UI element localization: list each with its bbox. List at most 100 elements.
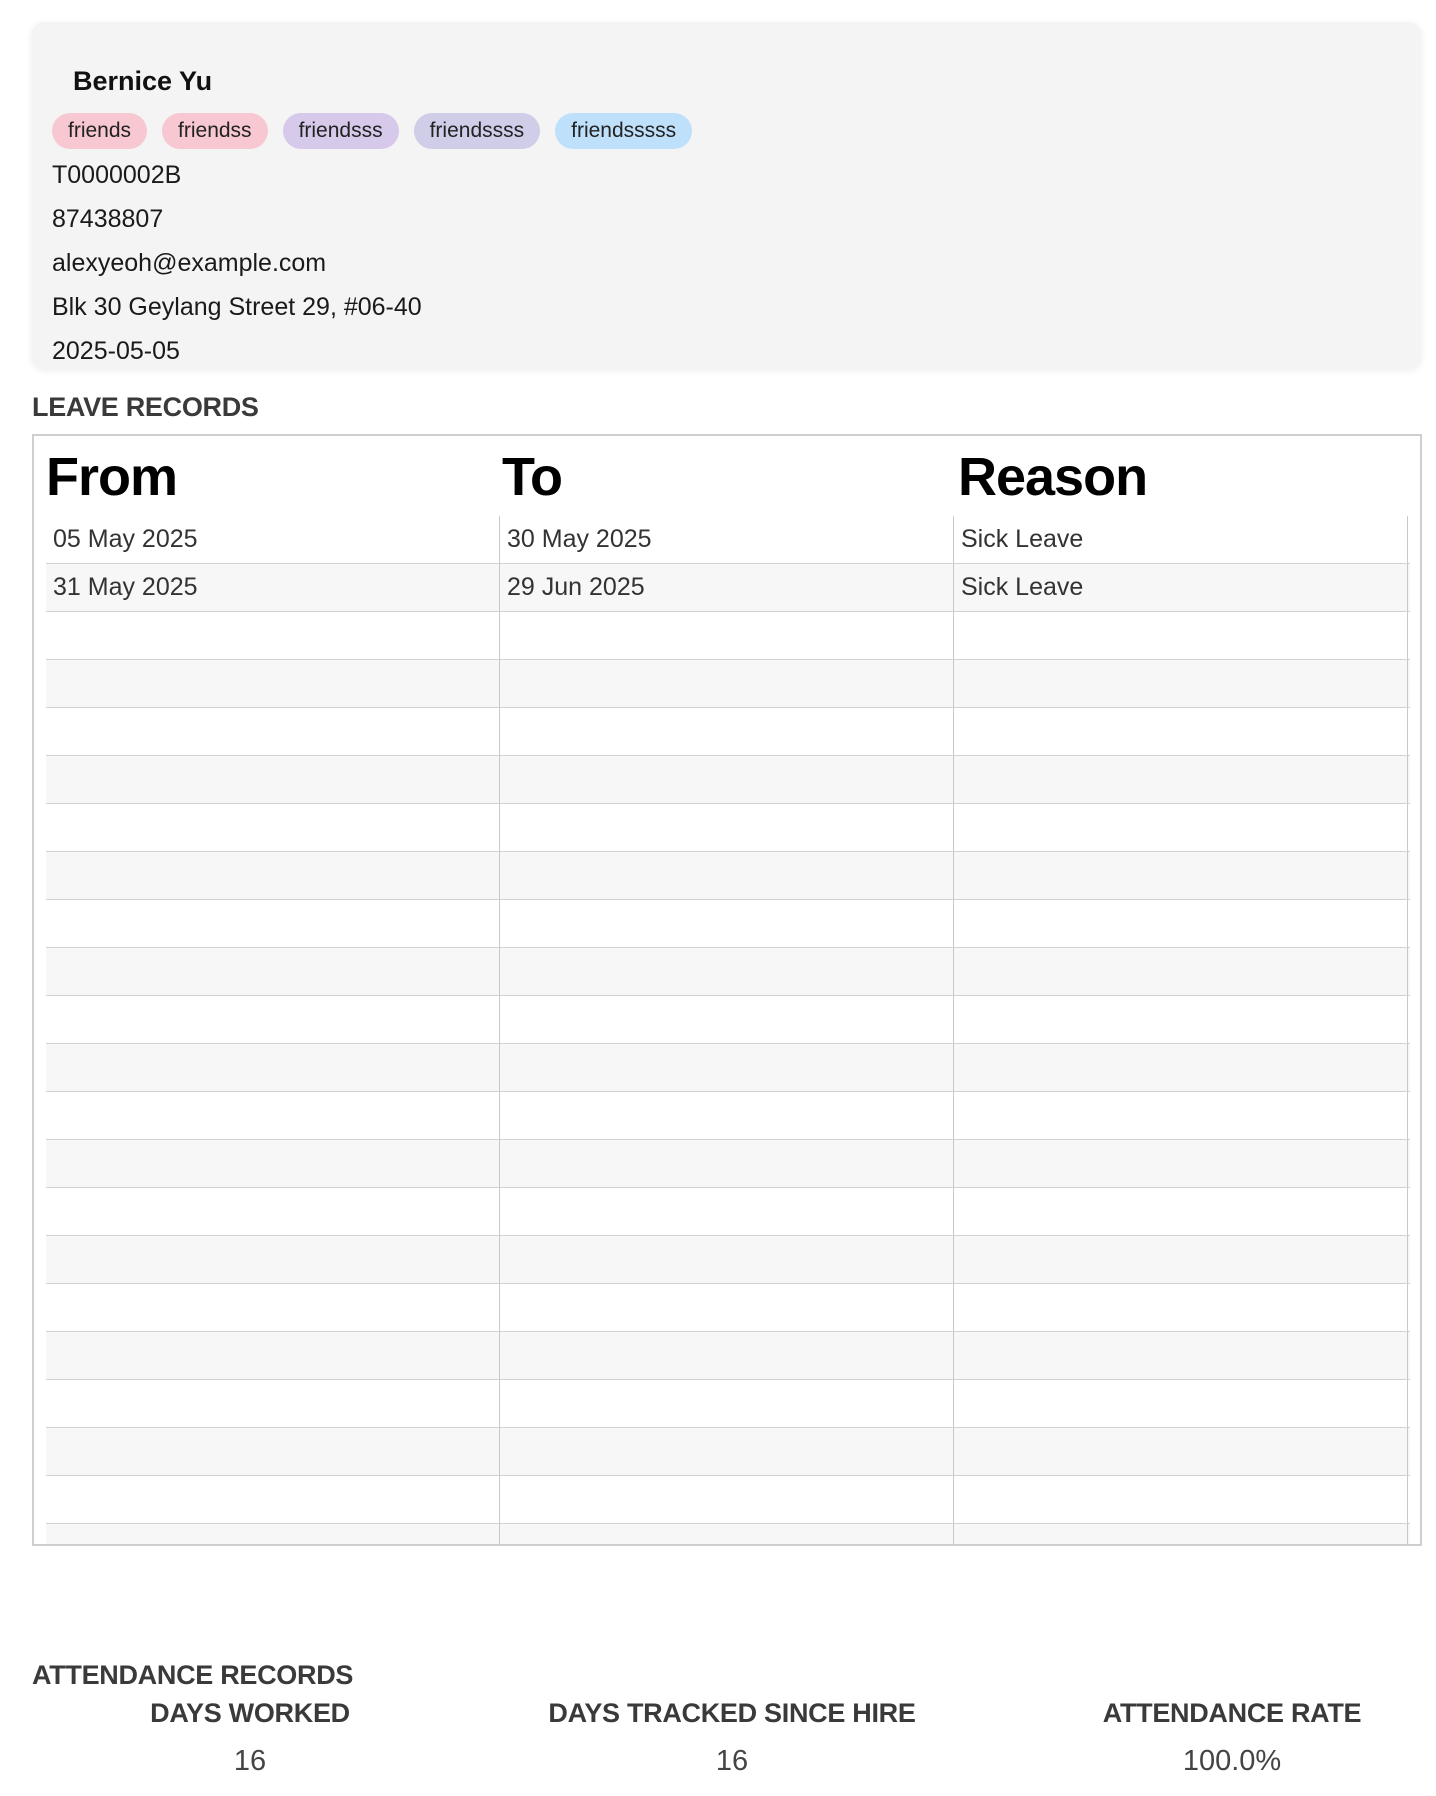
reason-cell: [954, 900, 1408, 947]
days-tracked-label: DAYS TRACKED SINCE HIRE: [548, 1698, 916, 1728]
table-row[interactable]: [46, 1092, 1410, 1140]
person-card: Bernice Yu friends friendss friendsss fr…: [32, 22, 1421, 368]
to-cell: [500, 612, 954, 659]
leave-table-body: 05 May 2025 30 May 2025 Sick Leave 31 May 2…: [46, 516, 1410, 1544]
table-row[interactable]: [46, 996, 1410, 1044]
to-cell: [500, 1332, 954, 1379]
reason-cell: [954, 708, 1408, 755]
table-row[interactable]: [46, 1236, 1410, 1284]
table-row[interactable]: [46, 1380, 1410, 1428]
reason-cell: [954, 1092, 1408, 1139]
from-cell: [46, 804, 500, 851]
table-row[interactable]: [46, 852, 1410, 900]
to-cell: [500, 1284, 954, 1331]
from-cell: [46, 612, 500, 659]
reason-cell: [954, 1284, 1408, 1331]
from-cell: 31 May 2025: [46, 564, 500, 611]
tag: friendssss: [413, 113, 541, 149]
attendance-rate-value: 100.0%: [1182, 1745, 1282, 1777]
leave-table-header: From To Reason: [46, 446, 1408, 514]
to-cell: 30 May 2025: [500, 516, 954, 563]
from-cell: [46, 1284, 500, 1331]
from-cell: [46, 1428, 500, 1475]
table-row[interactable]: [46, 612, 1410, 660]
reason-cell: [954, 948, 1408, 995]
attendance-rate-label: ATTENDANCE RATE: [1102, 1698, 1362, 1728]
to-cell: [500, 900, 954, 947]
table-row[interactable]: [46, 1332, 1410, 1380]
to-cell: [500, 996, 954, 1043]
table-row[interactable]: [46, 900, 1410, 948]
table-row[interactable]: [46, 948, 1410, 996]
reason-cell: [954, 804, 1408, 851]
reason-cell: [954, 1188, 1408, 1235]
table-row[interactable]: [46, 708, 1410, 756]
from-cell: [46, 1476, 500, 1523]
to-cell: [500, 1476, 954, 1523]
table-row[interactable]: [46, 756, 1410, 804]
to-cell: [500, 660, 954, 707]
table-row[interactable]: [46, 1188, 1410, 1236]
from-cell: [46, 660, 500, 707]
from-cell: [46, 708, 500, 755]
table-row[interactable]: [46, 1428, 1410, 1476]
from-cell: [46, 1524, 500, 1544]
from-cell: [46, 1332, 500, 1379]
table-row[interactable]: [46, 660, 1410, 708]
to-cell: [500, 804, 954, 851]
from-cell: [46, 1140, 500, 1187]
reason-cell: [954, 1380, 1408, 1427]
reason-cell: [954, 612, 1408, 659]
to-cell: [500, 1524, 954, 1544]
column-header-to[interactable]: To: [502, 446, 563, 508]
from-cell: [46, 1092, 500, 1139]
days-tracked-value: 16: [715, 1745, 749, 1777]
from-cell: [46, 1044, 500, 1091]
reason-cell: [954, 660, 1408, 707]
to-cell: 29 Jun 2025: [500, 564, 954, 611]
table-row[interactable]: [46, 1524, 1410, 1544]
days-worked-stat: DAYS WORKED 16: [100, 1698, 400, 1778]
table-row[interactable]: [46, 1044, 1410, 1092]
column-header-from[interactable]: From: [46, 446, 178, 508]
leave-records-title: LEAVE RECORDS: [32, 392, 259, 422]
to-cell: [500, 948, 954, 995]
reason-cell: Sick Leave: [954, 564, 1408, 611]
to-cell: [500, 1140, 954, 1187]
tag: friendsssss: [555, 113, 693, 149]
reason-cell: [954, 1140, 1408, 1187]
table-row[interactable]: 31 May 2025 29 Jun 2025 Sick Leave: [46, 564, 1410, 612]
tag-list: friends friendss friendsss friendssss fr…: [52, 113, 693, 149]
tag: friendss: [162, 113, 268, 149]
reason-cell: Sick Leave: [954, 516, 1408, 563]
from-cell: [46, 1188, 500, 1235]
reason-cell: [954, 1428, 1408, 1475]
from-cell: [46, 900, 500, 947]
to-cell: [500, 708, 954, 755]
reason-cell: [954, 996, 1408, 1043]
attendance-stats: DAYS WORKED 16 DAYS TRACKED SINCE HIRE 1…: [32, 1698, 1422, 1788]
to-cell: [500, 1236, 954, 1283]
days-worked-value: 16: [233, 1745, 267, 1777]
attendance-records-title: ATTENDANCE RECORDS: [32, 1660, 354, 1690]
from-cell: [46, 852, 500, 899]
reason-cell: [954, 1044, 1408, 1091]
nric-text: T0000002B: [52, 161, 182, 189]
reason-cell: [954, 1332, 1408, 1379]
table-row[interactable]: 05 May 2025 30 May 2025 Sick Leave: [46, 516, 1410, 564]
from-cell: [46, 756, 500, 803]
reason-cell: [954, 1524, 1408, 1544]
column-header-reason[interactable]: Reason: [958, 446, 1148, 508]
to-cell: [500, 1188, 954, 1235]
table-row[interactable]: [46, 804, 1410, 852]
leave-records-table[interactable]: From To Reason 05 May 2025 30 May 2025 Sic…: [32, 434, 1422, 1546]
to-cell: [500, 756, 954, 803]
reason-cell: [954, 756, 1408, 803]
table-row[interactable]: [46, 1476, 1410, 1524]
table-row[interactable]: [46, 1284, 1410, 1332]
hire-date-text: 2025-05-05: [52, 337, 180, 365]
to-cell: [500, 852, 954, 899]
phone-text: 87438807: [52, 205, 164, 233]
to-cell: [500, 1092, 954, 1139]
table-row[interactable]: [46, 1140, 1410, 1188]
